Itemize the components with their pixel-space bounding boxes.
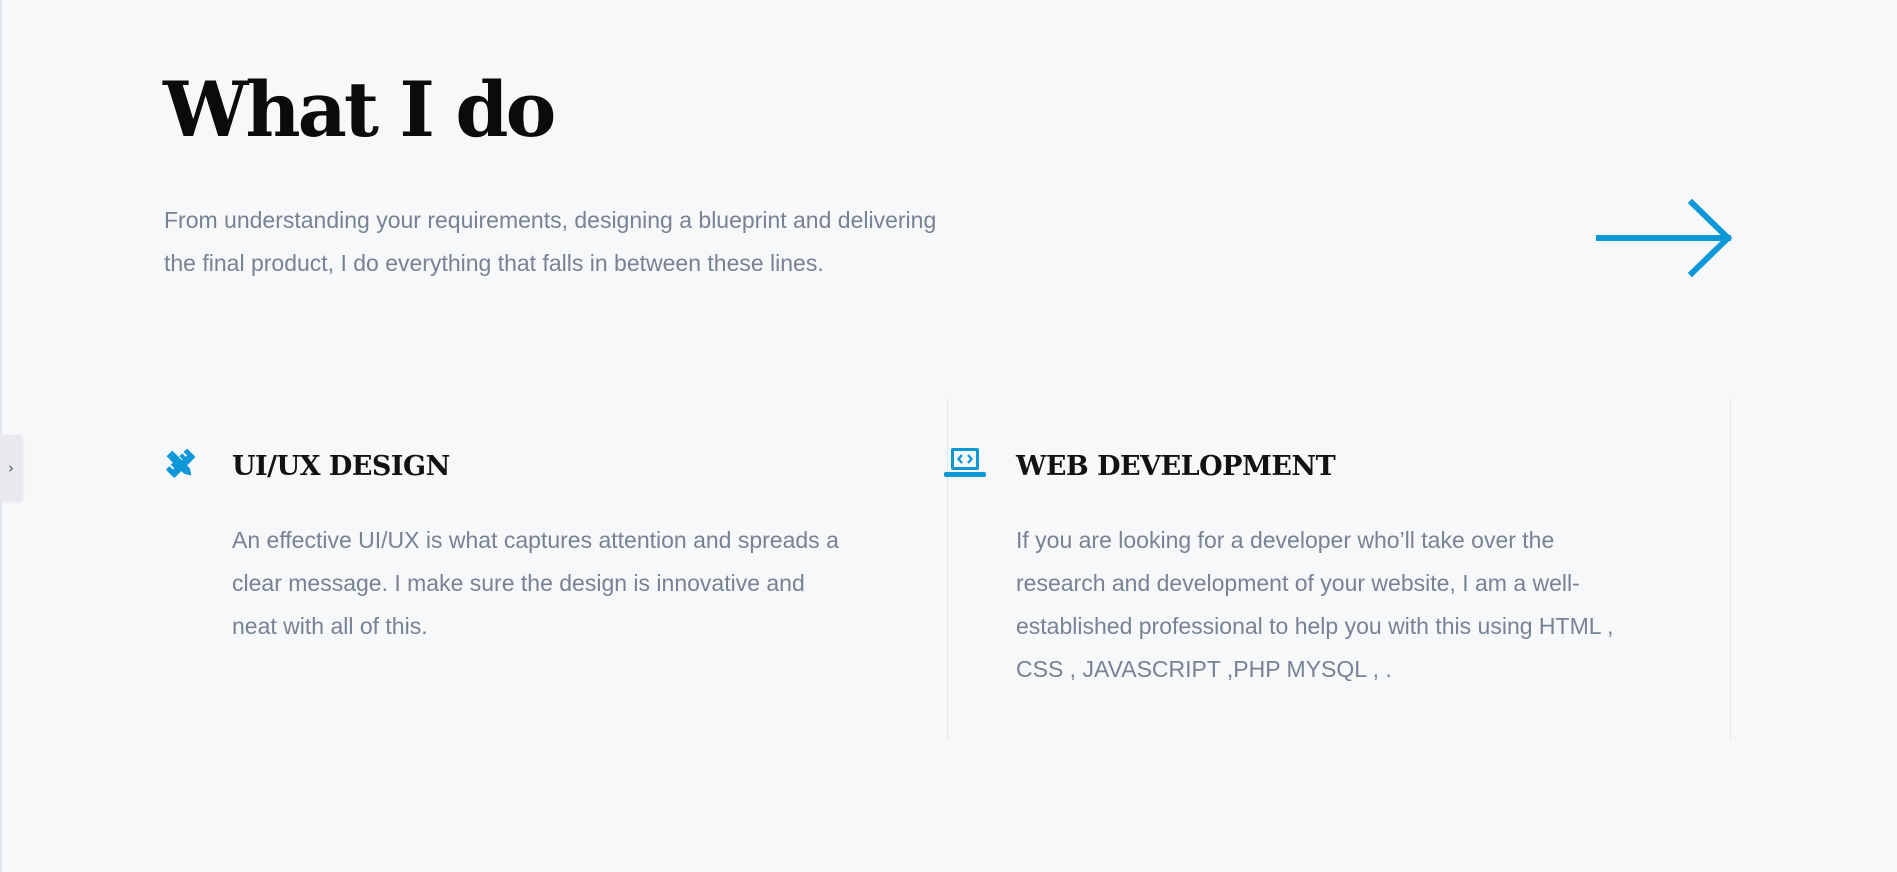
- arrow-right-icon[interactable]: [1596, 198, 1734, 278]
- chevron-right-icon: ›: [8, 459, 14, 477]
- service-description-webdev: If you are looking for a developer who’l…: [1016, 527, 1614, 682]
- section-title: What I do: [163, 65, 556, 154]
- service-title-uiux: UI/UX DESIGN: [232, 451, 450, 482]
- section-intro: From understanding your requirements, de…: [164, 207, 937, 276]
- pencil-ruler-icon: [166, 449, 195, 478]
- sidebar-toggle-button[interactable]: ›: [0, 435, 22, 501]
- laptop-code-icon: [944, 448, 986, 477]
- service-description-uiux: An effective UI/UX is what captures atte…: [232, 527, 839, 639]
- column-divider: [1730, 398, 1731, 740]
- service-title-webdev: WEB DEVELOPMENT: [1016, 451, 1336, 482]
